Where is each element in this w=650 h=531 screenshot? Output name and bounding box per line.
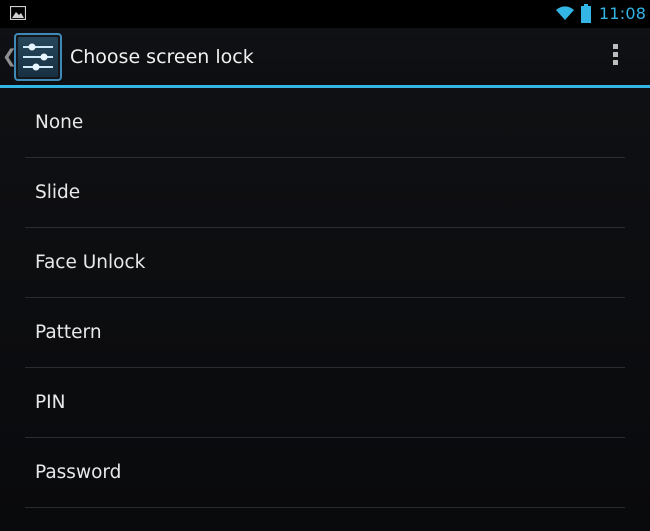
option-label: Face Unlock	[35, 252, 146, 273]
overflow-menu-icon[interactable]	[605, 44, 625, 70]
status-clock: 11:08	[599, 4, 647, 23]
option-label: Password	[35, 462, 122, 483]
option-label: Slide	[35, 182, 81, 203]
page-title: Choose screen lock	[70, 46, 254, 68]
option-label: Pattern	[35, 322, 102, 343]
picture-notification-icon	[10, 6, 26, 20]
wifi-icon	[556, 6, 574, 20]
option-label: None	[35, 112, 84, 133]
option-face-unlock[interactable]: Face Unlock	[25, 228, 625, 298]
option-slide[interactable]: Slide	[25, 158, 625, 228]
settings-sliders-icon[interactable]	[14, 33, 62, 81]
option-none[interactable]: None	[25, 88, 625, 158]
option-label: PIN	[35, 392, 66, 413]
option-pattern[interactable]: Pattern	[25, 298, 625, 368]
back-caret-icon[interactable]: ❮	[2, 42, 17, 72]
option-pin[interactable]: PIN	[25, 368, 625, 438]
list-divider	[25, 507, 625, 508]
screen-lock-options-list: None Slide Face Unlock Pattern PIN Passw…	[0, 88, 650, 531]
battery-icon	[581, 4, 591, 23]
option-password[interactable]: Password	[25, 438, 625, 508]
status-bar: 11:08	[0, 0, 650, 28]
